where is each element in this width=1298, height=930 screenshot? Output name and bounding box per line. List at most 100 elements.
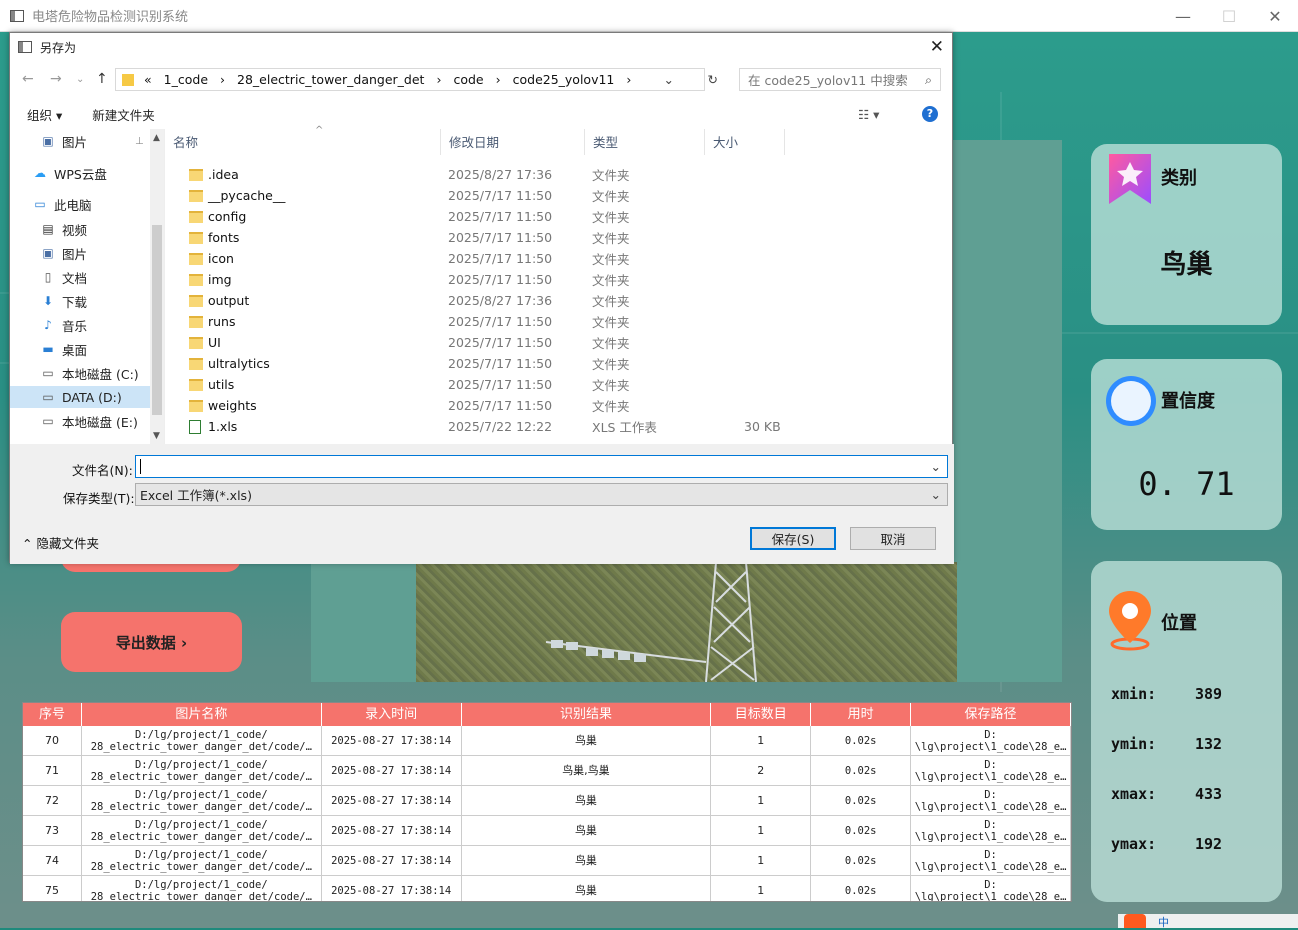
- breadcrumb-item[interactable]: code25_yolov11: [513, 72, 615, 87]
- file-row[interactable]: icon 2025/7/17 11:50 文件夹: [165, 248, 954, 269]
- file-row[interactable]: .idea 2025/8/27 17:36 文件夹: [165, 164, 954, 185]
- cell-text: 鸟巢,鸟巢: [562, 763, 610, 777]
- file-name: weights: [208, 398, 257, 413]
- col-size[interactable]: 大小: [705, 129, 785, 155]
- refresh-icon[interactable]: ↻: [708, 72, 718, 87]
- view-options-icon[interactable]: ☷ ▾: [858, 107, 879, 122]
- nav-item[interactable]: ▯ 文档: [10, 266, 150, 288]
- nav-item[interactable]: ▭ 本地磁盘 (C:): [10, 362, 150, 384]
- file-row[interactable]: utils 2025/7/17 11:50 文件夹: [165, 374, 954, 395]
- file-name: icon: [208, 251, 234, 266]
- col-type[interactable]: 类型: [585, 129, 705, 155]
- file-row[interactable]: fonts 2025/7/17 11:50 文件夹: [165, 227, 954, 248]
- file-row[interactable]: img 2025/7/17 11:50 文件夹: [165, 269, 954, 290]
- table-row[interactable]: 70 D:/lg/project/1_code/28_electric_tower…: [23, 726, 1071, 756]
- file-row[interactable]: weights 2025/7/17 11:50 文件夹: [165, 395, 954, 416]
- maximize-icon[interactable]: ☐: [1206, 0, 1252, 32]
- drive-icon: ▭: [42, 390, 54, 404]
- forward-icon[interactable]: →: [50, 71, 62, 87]
- nav-item-label: 下载: [62, 294, 88, 310]
- col-header[interactable]: 用时: [811, 703, 912, 726]
- filetype-select[interactable]: Excel 工作簿(*.xls) ⌄: [135, 483, 948, 506]
- up-icon[interactable]: ↑: [96, 71, 108, 87]
- xmax-row: xmax: 433: [1111, 785, 1222, 803]
- table-row[interactable]: 73 D:/lg/project/1_code/28_electric_tower…: [23, 816, 1071, 846]
- address-dropdown-icon[interactable]: ⌄: [664, 72, 674, 87]
- cell-text: 1: [757, 793, 765, 807]
- file-row[interactable]: 1.xls 2025/7/22 12:22 XLS 工作表 30 KB: [165, 416, 954, 437]
- nav-scrollbar[interactable]: ▲ ▼: [150, 129, 164, 444]
- nav-item[interactable]: ☁ WPS云盘: [10, 162, 150, 184]
- file-name: UI: [208, 335, 221, 350]
- table-row[interactable]: 74 D:/lg/project/1_code/28_electric_tower…: [23, 846, 1071, 876]
- file-row[interactable]: __pycache__ 2025/7/17 11:50 文件夹: [165, 185, 954, 206]
- organize-button[interactable]: 组织 ▾: [27, 105, 62, 124]
- breadcrumb-item[interactable]: code: [453, 72, 483, 87]
- col-header[interactable]: 保存路径: [911, 703, 1071, 726]
- search-input[interactable]: 在 code25_yolov11 中搜索 ⌕: [739, 68, 941, 91]
- hide-folders-toggle[interactable]: ⌃ 隐藏文件夹: [22, 533, 99, 552]
- file-row[interactable]: runs 2025/7/17 11:50 文件夹: [165, 311, 954, 332]
- nav-item[interactable]: ▭ 此电脑: [10, 193, 150, 215]
- ime-logo-icon[interactable]: [1124, 914, 1146, 928]
- col-name[interactable]: 名称: [165, 129, 441, 155]
- file-row[interactable]: config 2025/7/17 11:50 文件夹: [165, 206, 954, 227]
- export-data-button[interactable]: 导出数据 ›: [61, 612, 242, 672]
- nav-item[interactable]: ▭ DATA (D:): [10, 386, 150, 408]
- col-header[interactable]: 识别结果: [462, 703, 712, 726]
- minimize-icon[interactable]: —: [1160, 0, 1206, 32]
- table-row[interactable]: 75 D:/lg/project/1_code/28_electric_tower…: [23, 876, 1071, 901]
- cancel-button[interactable]: 取消: [850, 527, 936, 550]
- results-table[interactable]: 序号 图片名称 录入时间 识别结果 目标数目 用时 保存路径 70 D:/lg/p…: [22, 702, 1072, 902]
- cell-text: 71: [44, 763, 59, 777]
- recent-dropdown-icon[interactable]: ⌄: [76, 74, 84, 85]
- cell-text: 1: [757, 853, 765, 867]
- table-row[interactable]: 72 D:/lg/project/1_code/28_electric_tower…: [23, 786, 1071, 816]
- breadcrumb-item[interactable]: 1_code: [164, 72, 208, 87]
- breadcrumb-overflow[interactable]: «: [144, 72, 152, 87]
- table-cell: 鸟巢: [462, 876, 712, 901]
- file-row[interactable]: ultralytics 2025/7/17 11:50 文件夹: [165, 353, 954, 374]
- table-cell: 2025-08-27 17:38:14: [322, 816, 462, 845]
- filename-input[interactable]: ⌄: [135, 455, 948, 478]
- col-header[interactable]: 图片名称: [82, 703, 322, 726]
- nav-item[interactable]: ▣ 图片 ⊥: [10, 130, 150, 152]
- breadcrumb-item[interactable]: 28_electric_tower_danger_det: [237, 72, 424, 87]
- close-icon[interactable]: ✕: [1252, 0, 1298, 32]
- nav-item[interactable]: ▤ 视频: [10, 218, 150, 240]
- dialog-close-icon[interactable]: ✕: [930, 37, 944, 57]
- table-cell: 74: [23, 846, 82, 875]
- table-cell: D: \lg\project\1_code\28_e…: [911, 846, 1071, 875]
- breadcrumb[interactable]: « 1_code › 28_electric_tower_danger_det …: [115, 68, 718, 91]
- save-button[interactable]: 保存(S): [750, 527, 836, 550]
- pin-icon[interactable]: ⊥: [135, 136, 144, 147]
- cell-text: 2025-08-27 17:38:14: [331, 794, 452, 807]
- help-icon[interactable]: ?: [922, 106, 938, 122]
- nav-item-label: 图片: [62, 246, 88, 262]
- col-header[interactable]: 目标数目: [711, 703, 812, 726]
- file-name: 1.xls: [208, 419, 238, 434]
- category-value: 鸟巢: [1160, 250, 1213, 280]
- col-header[interactable]: 录入时间: [322, 703, 462, 726]
- nav-item[interactable]: ▭ 本地磁盘 (E:): [10, 410, 150, 432]
- table-cell: 75: [23, 876, 82, 901]
- table-row[interactable]: 71 D:/lg/project/1_code/28_electric_tower…: [23, 756, 1071, 786]
- file-name: .idea: [208, 167, 239, 182]
- nav-item[interactable]: ▣ 图片: [10, 242, 150, 264]
- file-name: utils: [208, 377, 235, 392]
- filetype-dropdown-icon[interactable]: ⌄: [931, 487, 941, 502]
- xmax-value: 433: [1195, 785, 1223, 803]
- file-row[interactable]: output 2025/8/27 17:36 文件夹: [165, 290, 954, 311]
- category-label: 类别: [1161, 168, 1197, 189]
- col-date[interactable]: 修改日期: [441, 129, 585, 155]
- new-folder-button[interactable]: 新建文件夹: [92, 105, 155, 124]
- nav-item[interactable]: ♪ 音乐: [10, 314, 150, 336]
- filename-dropdown-icon[interactable]: ⌄: [931, 459, 941, 474]
- file-row[interactable]: UI 2025/7/17 11:50 文件夹: [165, 332, 954, 353]
- file-type: 文件夹: [592, 189, 630, 204]
- nav-item[interactable]: ⬇ 下载: [10, 290, 150, 312]
- nav-item[interactable]: ▬ 桌面: [10, 338, 150, 360]
- col-header[interactable]: 序号: [23, 703, 82, 726]
- cell-text: 0.02s: [844, 764, 877, 777]
- back-icon[interactable]: ←: [22, 71, 34, 87]
